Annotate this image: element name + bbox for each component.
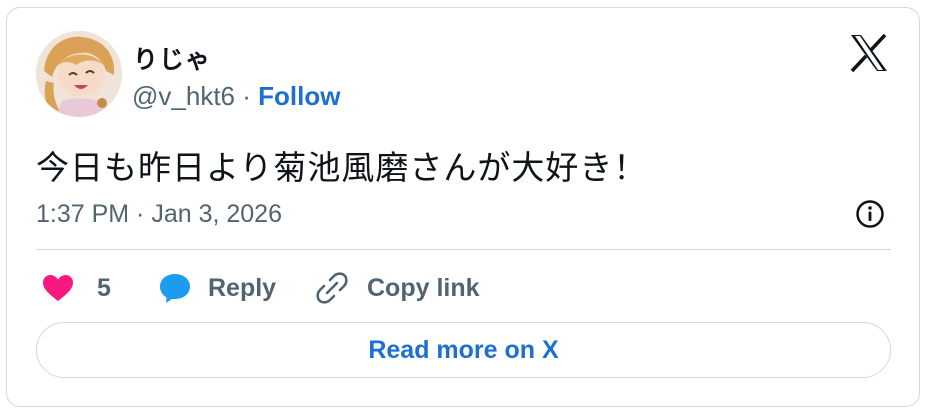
read-more-button[interactable]: Read more on X: [36, 322, 891, 378]
info-icon[interactable]: [855, 199, 885, 229]
copy-link-button[interactable]: Copy link: [315, 270, 480, 306]
divider: [36, 249, 891, 250]
follow-button[interactable]: Follow: [258, 81, 340, 111]
author-handle[interactable]: @v_hkt6: [132, 81, 235, 111]
avatar[interactable]: [36, 31, 122, 117]
x-logo-icon[interactable]: [849, 34, 889, 72]
author-handle-row: @v_hkt6 · Follow: [132, 81, 340, 112]
reply-button[interactable]: Reply: [158, 270, 276, 306]
heart-icon: [43, 275, 73, 301]
handle-separator: ·: [242, 81, 251, 111]
tweet-timestamp[interactable]: 1:37 PM · Jan 3, 2026: [36, 200, 282, 229]
like-button[interactable]: 5: [41, 270, 111, 306]
link-icon: [316, 272, 348, 304]
tweet-text: 今日も昨日より菊池風磨さんが大好き！: [36, 148, 648, 187]
reply-bubble-icon: [160, 274, 190, 303]
author-display-name[interactable]: りじゃ: [133, 40, 211, 76]
like-count: 5: [97, 273, 111, 302]
tweet-embed-card: りじゃ @v_hkt6 · Follow 今日も昨日より菊池風磨さんが大好き！ …: [6, 7, 920, 407]
copy-link-label: Copy link: [367, 273, 480, 302]
reply-label: Reply: [208, 273, 277, 302]
